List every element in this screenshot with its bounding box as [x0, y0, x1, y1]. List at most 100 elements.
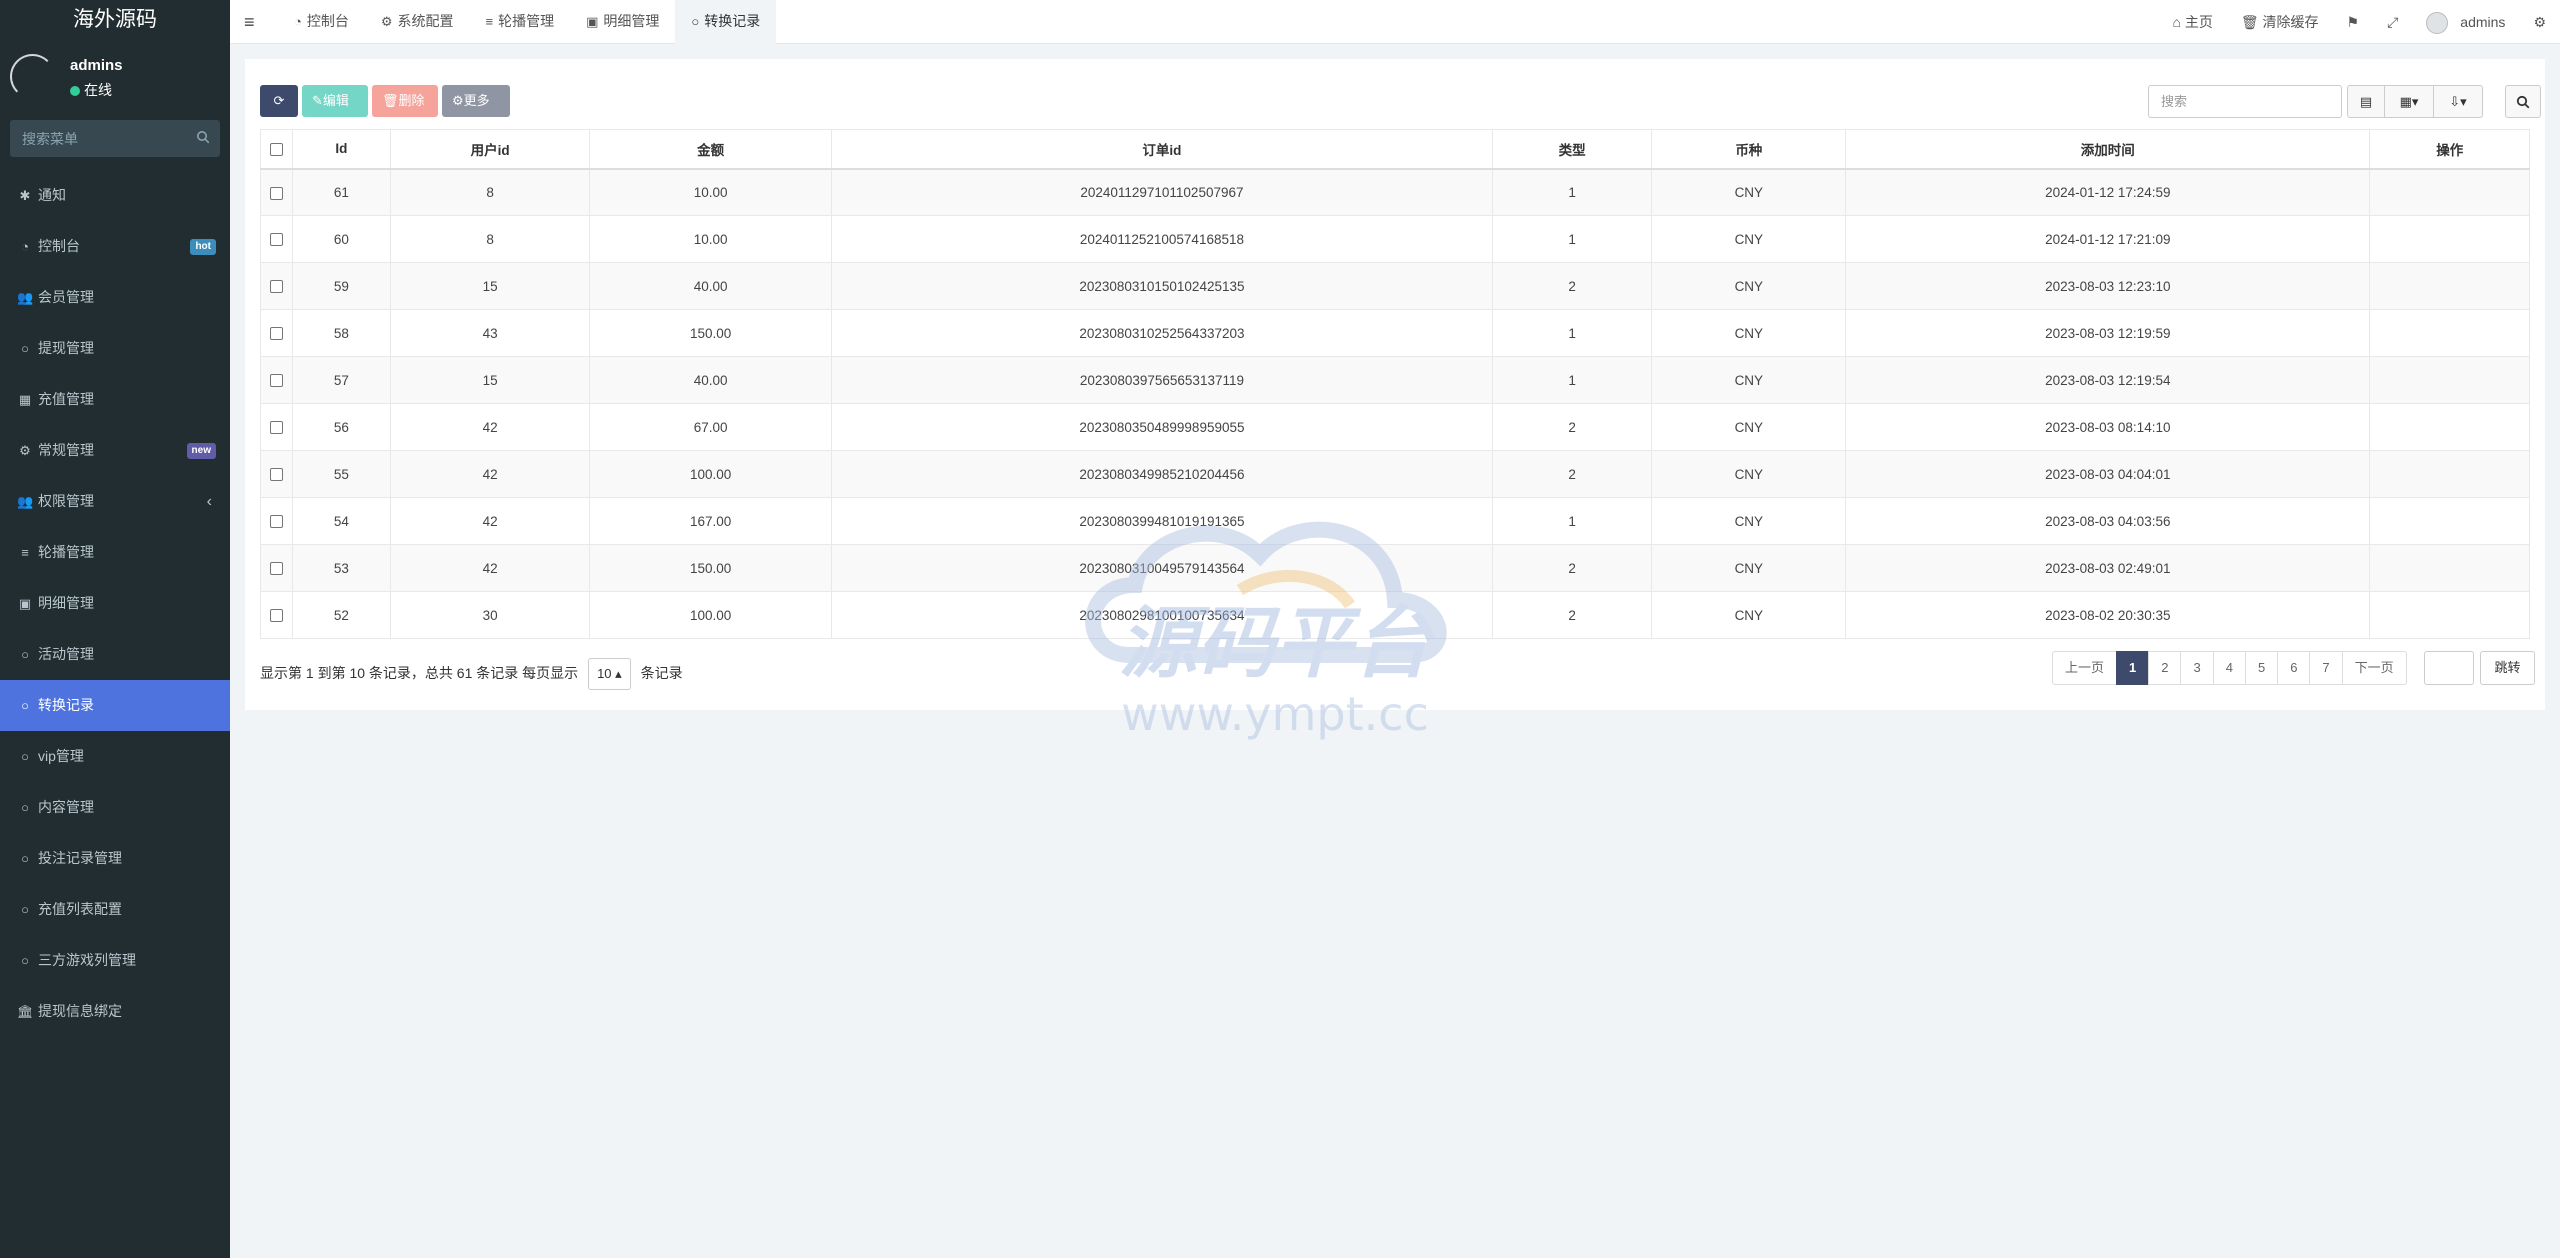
row-checkbox[interactable] — [269, 233, 283, 247]
row-checkbox[interactable] — [269, 468, 283, 482]
row-checkbox[interactable] — [269, 562, 283, 576]
table-row[interactable]: 57 15 40.00 2023080397565653137119 1 CNY 2023-… — [260, 356, 2530, 404]
row-checkbox[interactable] — [269, 421, 283, 435]
column-header[interactable]: 添加时间 — [1845, 129, 2371, 170]
table-row[interactable]: 59 15 40.00 2023080310150102425135 2 CNY 2023-… — [260, 262, 2530, 310]
column-header[interactable]: 类型 — [1491, 129, 1653, 170]
sidebar-item-16[interactable]: 🏛 提现信息绑定 — [0, 986, 230, 1037]
column-header[interactable]: 操作 — [2369, 129, 2530, 170]
search-button[interactable] — [2505, 85, 2541, 118]
row-checkbox[interactable] — [269, 374, 283, 388]
page-7-button[interactable]: 7 — [2309, 651, 2343, 685]
tab-3[interactable]: ▣ 明细管理 — [570, 0, 675, 44]
more-button[interactable]: ⚙更多 — [442, 85, 510, 117]
page-3-button[interactable]: 3 — [2180, 651, 2214, 685]
sidebar-item-6[interactable]: 👥 权限管理 ‹ — [0, 476, 230, 527]
row-checkbox[interactable] — [269, 280, 283, 294]
jump-page-input[interactable] — [2424, 651, 2474, 685]
sidebar-item-8[interactable]: ▣ 明细管理 — [0, 578, 230, 629]
sidebar-item-label: 提现管理 — [38, 340, 94, 356]
export-button[interactable]: ⇩▾ — [2433, 85, 2483, 118]
tab-2[interactable]: ≡ 轮播管理 — [470, 0, 571, 44]
table-row[interactable]: 52 30 100.00 2023080298100100735634 2 CNY 2023… — [260, 591, 2530, 639]
prev-page-button[interactable]: 上一页 — [2052, 651, 2118, 685]
columns-button[interactable]: ▦▾ — [2384, 85, 2434, 118]
column-header[interactable]: 订单id — [830, 129, 1493, 170]
column-header[interactable]: 金额 — [589, 129, 832, 170]
table-row[interactable]: 54 42 167.00 2023080399481019191365 1 CNY 2023… — [260, 497, 2530, 545]
table-row[interactable]: 53 42 150.00 2023080310049579143564 2 CNY 2023… — [260, 544, 2530, 592]
tab-1[interactable]: ⚙ 系统配置 — [365, 0, 470, 44]
toggle-view-button[interactable]: ▤ — [2347, 85, 2385, 118]
menu-badge: hot — [190, 239, 216, 255]
sidebar-item-4[interactable]: ▦ 充值管理 — [0, 374, 230, 425]
table-cell: 2023080298100100735634 — [830, 591, 1493, 639]
page-6-button[interactable]: 6 — [2277, 651, 2311, 685]
sidebar-item-0[interactable]: ✱ 通知 — [0, 170, 230, 221]
refresh-button[interactable]: ⟳ — [260, 85, 298, 117]
table-cell: 52 — [291, 591, 391, 639]
page-size-select[interactable]: 10 ▴ — [588, 658, 631, 691]
row-checkbox[interactable] — [269, 186, 283, 200]
sidebar-item-2[interactable]: 👥 会员管理 — [0, 272, 230, 323]
column-header[interactable]: Id — [291, 129, 391, 170]
jump-button[interactable]: 跳转 — [2480, 651, 2535, 685]
clear-cache-link[interactable]: 🗑 清除缓存 — [2227, 0, 2333, 44]
content-panel: ⟳ ✎编辑 🗑删除 ⚙更多 ▤ ▦▾ ⇩▾ Id用户id金额订单id类型币种添加… — [245, 59, 2545, 710]
operation-cell — [2369, 168, 2530, 216]
page-4-button[interactable]: 4 — [2212, 651, 2246, 685]
menu-search-input[interactable] — [10, 120, 185, 157]
table-row[interactable]: 61 8 10.00 2024011297101102507967 1 CNY 2024-0… — [260, 168, 2530, 216]
tab-0[interactable]: ◔ 控制台 — [278, 0, 365, 44]
admin-menu[interactable]: admins — [2412, 0, 2519, 44]
sidebar-item-10[interactable]: ○ 转换记录 — [0, 680, 230, 731]
sidebar-item-7[interactable]: ≡ 轮播管理 — [0, 527, 230, 578]
row-checkbox[interactable] — [269, 609, 283, 623]
language-icon[interactable]: ⚑ — [2333, 0, 2374, 44]
next-page-button[interactable]: 下一页 — [2341, 651, 2407, 685]
bank-icon: 🏛 — [17, 1004, 34, 1019]
sidebar-toggle-icon[interactable]: ≡ — [244, 12, 260, 32]
sidebar-item-label: 轮播管理 — [38, 544, 94, 560]
search-icon[interactable] — [196, 130, 210, 144]
table-search-input[interactable] — [2148, 85, 2342, 118]
tab-4[interactable]: ○ 转换记录 — [675, 0, 777, 44]
select-all-checkbox[interactable] — [269, 143, 283, 157]
sidebar-item-14[interactable]: ○ 充值列表配置 — [0, 884, 230, 935]
sidebar-item-15[interactable]: ○ 三方游戏列管理 — [0, 935, 230, 986]
table-cell: 67.00 — [589, 403, 832, 451]
user-name: admins — [70, 57, 123, 74]
table-cell: 2024-01-12 17:24:59 — [1845, 168, 2371, 216]
sidebar-item-12[interactable]: ○ 内容管理 — [0, 782, 230, 833]
sidebar-item-5[interactable]: ⚙ 常规管理 new — [0, 425, 230, 476]
page-1-button[interactable]: 1 — [2116, 651, 2150, 685]
operation-cell — [2369, 591, 2530, 639]
delete-button[interactable]: 🗑删除 — [372, 85, 438, 117]
row-checkbox[interactable] — [269, 515, 283, 529]
edit-button[interactable]: ✎编辑 — [302, 85, 368, 117]
settings-icon[interactable]: ⚙ — [2519, 0, 2560, 44]
home-link[interactable]: ⌂ 主页 — [2159, 0, 2227, 44]
table-row[interactable]: 60 8 10.00 2024011252100574168518 1 CNY 2024-0… — [260, 215, 2530, 263]
sidebar-item-label: 常规管理 — [38, 442, 94, 458]
sidebar-item-11[interactable]: ○ vip管理 — [0, 731, 230, 782]
column-header[interactable]: 用户id — [389, 129, 591, 170]
sidebar-item-3[interactable]: ○ 提现管理 — [0, 323, 230, 374]
row-select-cell — [260, 309, 293, 357]
page-5-button[interactable]: 5 — [2244, 651, 2279, 685]
table-row[interactable]: 58 43 150.00 2023080310252564337203 1 CNY 2023… — [260, 309, 2530, 357]
table-cell: 2 — [1491, 403, 1653, 451]
table-cell: 2023-08-03 12:19:59 — [1845, 309, 2371, 357]
table-row[interactable]: 56 42 67.00 2023080350489998959055 2 CNY 2023-… — [260, 403, 2530, 451]
app-logo[interactable]: 海外源码 — [0, 0, 230, 40]
sidebar-item-9[interactable]: ○ 活动管理 — [0, 629, 230, 680]
row-checkbox[interactable] — [269, 327, 283, 341]
sidebar-item-13[interactable]: ○ 投注记录管理 — [0, 833, 230, 884]
sidebar-item-1[interactable]: ◔ 控制台 hot — [0, 221, 230, 272]
operation-cell — [2369, 403, 2530, 451]
table-row[interactable]: 55 42 100.00 2023080349985210204456 2 CNY 2023… — [260, 450, 2530, 498]
page-2-button[interactable]: 2 — [2148, 651, 2182, 685]
column-header[interactable]: 币种 — [1651, 129, 1847, 170]
fullscreen-icon[interactable]: ⤢ — [2373, 0, 2412, 44]
tab-label: 控制台 — [306, 13, 349, 29]
